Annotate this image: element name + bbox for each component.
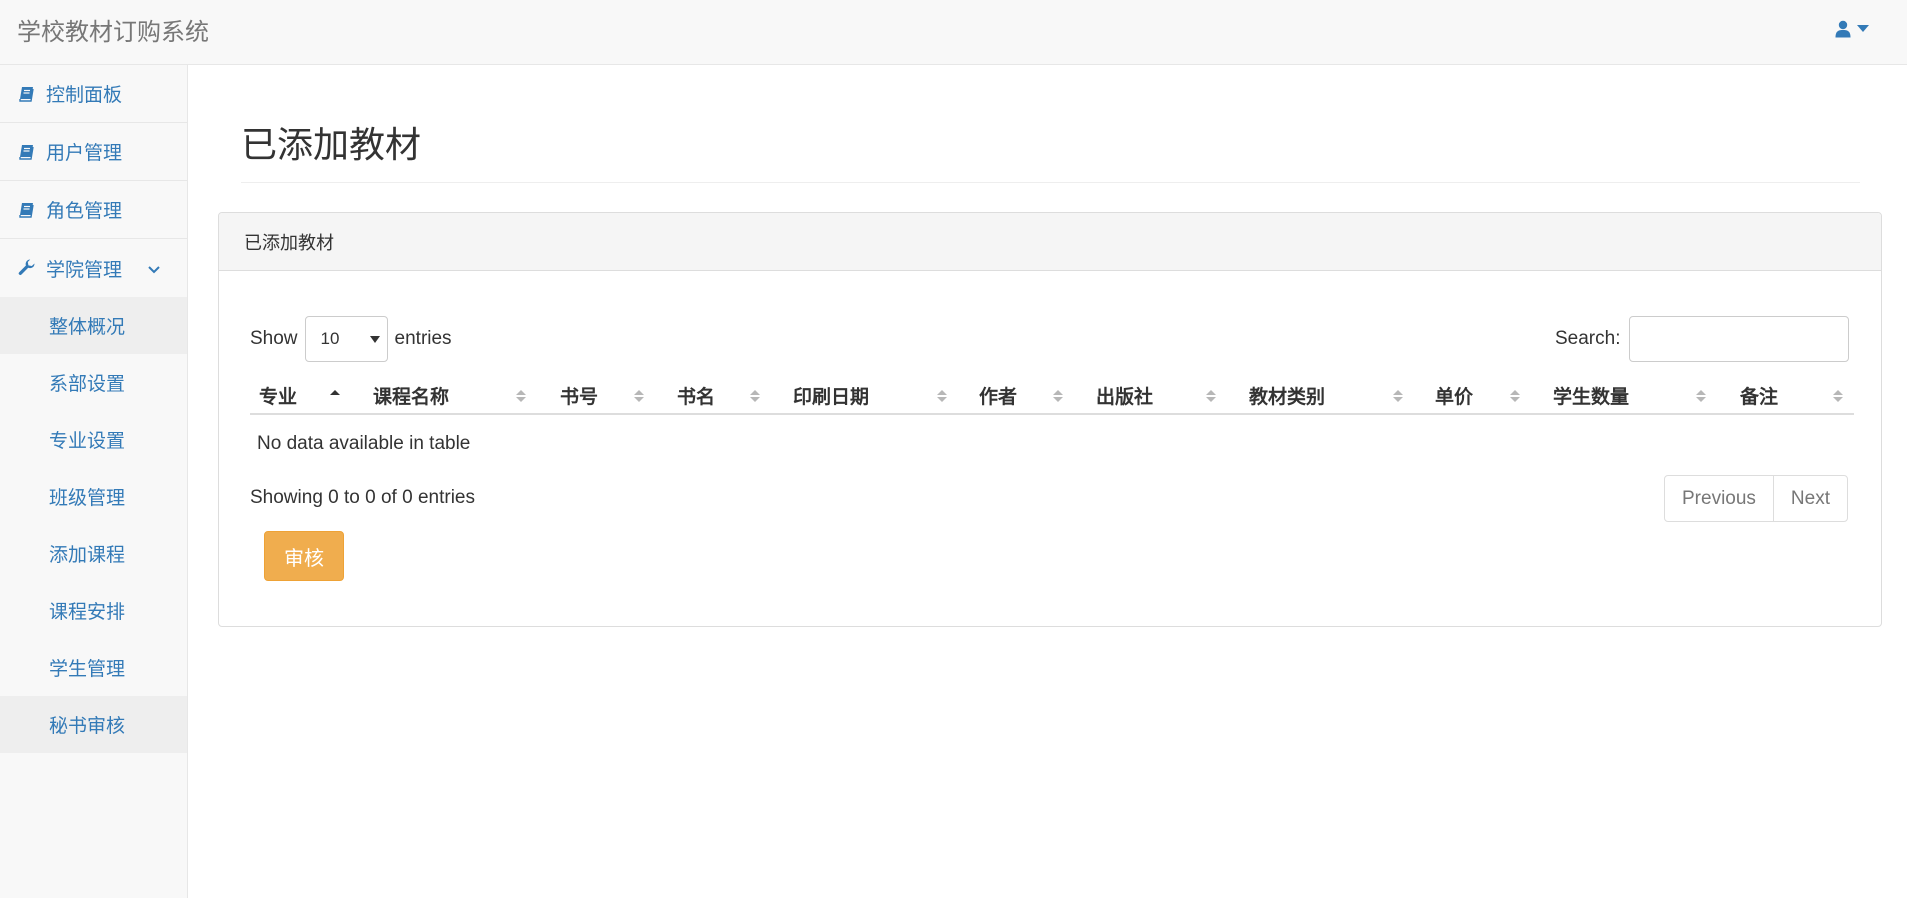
column-label: 专业 [259, 385, 298, 408]
search-label: Search: [1555, 328, 1621, 349]
column-header-publisher[interactable]: 出版社 [1096, 377, 1153, 413]
column-label: 书名 [677, 385, 716, 408]
column-header-major[interactable]: 专业 [259, 377, 297, 413]
caret-down-icon [1857, 25, 1869, 33]
column-header-author[interactable]: 作者 [979, 377, 1017, 413]
sort-both-icon [1392, 387, 1404, 405]
column-header-print-date[interactable]: 印刷日期 [793, 377, 869, 413]
top-navbar: 学校教材订购系统 [0, 0, 1907, 65]
column-label: 备注 [1740, 385, 1779, 408]
user-menu[interactable] [1835, 17, 1869, 41]
table-header-row: 专业 课程名称 书号 书名 印刷日期 作者 出版社 教材类别 单价 学生数量 备… [250, 377, 1854, 415]
column-header-student-count[interactable]: 学生数量 [1553, 377, 1629, 413]
entries-length-control: Show 10 entries [250, 316, 452, 362]
column-label: 单价 [1435, 385, 1474, 408]
search-input[interactable] [1629, 316, 1850, 362]
column-label: 作者 [979, 385, 1018, 408]
column-header-remarks[interactable]: 备注 [1740, 377, 1778, 413]
sidebar-item-label: 角色管理 [46, 200, 123, 222]
sidebar-item-label: 学院管理 [46, 258, 123, 281]
column-label: 学生数量 [1553, 385, 1630, 408]
column-label: 印刷日期 [793, 385, 870, 408]
submenu-item-add-course[interactable]: 添加课程 [0, 525, 187, 582]
column-header-unit-price[interactable]: 单价 [1435, 377, 1473, 413]
submenu-item-secretary-review[interactable]: 秘书审核 [0, 696, 187, 753]
sort-both-icon [515, 387, 527, 405]
sidebar-item-dashboard[interactable]: 控制面板 [0, 65, 187, 123]
sort-both-icon [936, 387, 948, 405]
previous-page-button[interactable]: Previous [1665, 476, 1773, 521]
textbooks-panel: 已添加教材 Show 10 entries Search: 专业 课程名称 书号… [218, 212, 1882, 627]
user-icon [1835, 20, 1851, 38]
submenu-item-classes[interactable]: 班级管理 [0, 468, 187, 525]
app-brand[interactable]: 学校教材订购系统 [17, 12, 209, 47]
college-submenu: 整体概况 系部设置 专业设置 班级管理 添加课程 课程安排 学生管理 秘书审核 [0, 297, 187, 753]
submenu-item-overview[interactable]: 整体概况 [0, 297, 187, 354]
column-header-isbn[interactable]: 书号 [560, 377, 598, 413]
sort-both-icon [633, 387, 645, 405]
submenu-item-course-schedule[interactable]: 课程安排 [0, 582, 187, 639]
show-label: Show [250, 328, 298, 349]
empty-table-message: No data available in table [257, 433, 471, 454]
entries-length-select[interactable]: 10 [304, 316, 388, 362]
column-label: 教材类别 [1249, 385, 1326, 408]
sidebar: 控制面板 用户管理 角色管理 学院管理 整体概况 系部设置 专业设置 班级管理 … [0, 65, 188, 898]
table-info: Showing 0 to 0 of 0 entries [250, 487, 475, 508]
column-header-book-name[interactable]: 书名 [677, 377, 715, 413]
column-label: 书号 [560, 385, 599, 408]
entries-label: entries [394, 328, 452, 349]
page-title: 已添加教材 [241, 125, 422, 166]
pagination: Previous Next [1664, 475, 1848, 522]
book-icon [17, 142, 37, 162]
sidebar-item-label: 控制面板 [46, 84, 123, 106]
submenu-item-students[interactable]: 学生管理 [0, 639, 187, 696]
panel-title: 已添加教材 [219, 213, 1881, 271]
sidebar-item-label: 用户管理 [46, 142, 123, 164]
review-button[interactable]: 审核 [264, 531, 344, 581]
sort-asc-icon [329, 387, 341, 405]
column-header-course-name[interactable]: 课程名称 [373, 377, 449, 413]
search-control: Search: [1555, 316, 1850, 362]
sort-both-icon [749, 387, 761, 405]
sort-both-icon [1695, 387, 1707, 405]
sort-both-icon [1832, 387, 1844, 405]
sidebar-item-users[interactable]: 用户管理 [0, 123, 187, 181]
chevron-down-icon [148, 258, 160, 280]
select-arrow-icon [369, 329, 380, 349]
column-header-category[interactable]: 教材类别 [1249, 377, 1325, 413]
book-icon [17, 200, 37, 220]
wrench-icon [17, 258, 37, 278]
column-label: 课程名称 [373, 385, 450, 408]
sort-both-icon [1509, 387, 1521, 405]
page-header: 已添加教材 [241, 118, 1860, 183]
submenu-item-majors[interactable]: 专业设置 [0, 411, 187, 468]
sort-both-icon [1205, 387, 1217, 405]
book-icon [17, 84, 37, 104]
submenu-item-departments[interactable]: 系部设置 [0, 354, 187, 411]
entries-length-value: 10 [320, 329, 340, 348]
sidebar-item-roles[interactable]: 角色管理 [0, 181, 187, 239]
next-page-button[interactable]: Next [1772, 476, 1847, 521]
sort-both-icon [1052, 387, 1064, 405]
column-label: 出版社 [1096, 385, 1154, 408]
sidebar-item-college[interactable]: 学院管理 [0, 239, 187, 297]
